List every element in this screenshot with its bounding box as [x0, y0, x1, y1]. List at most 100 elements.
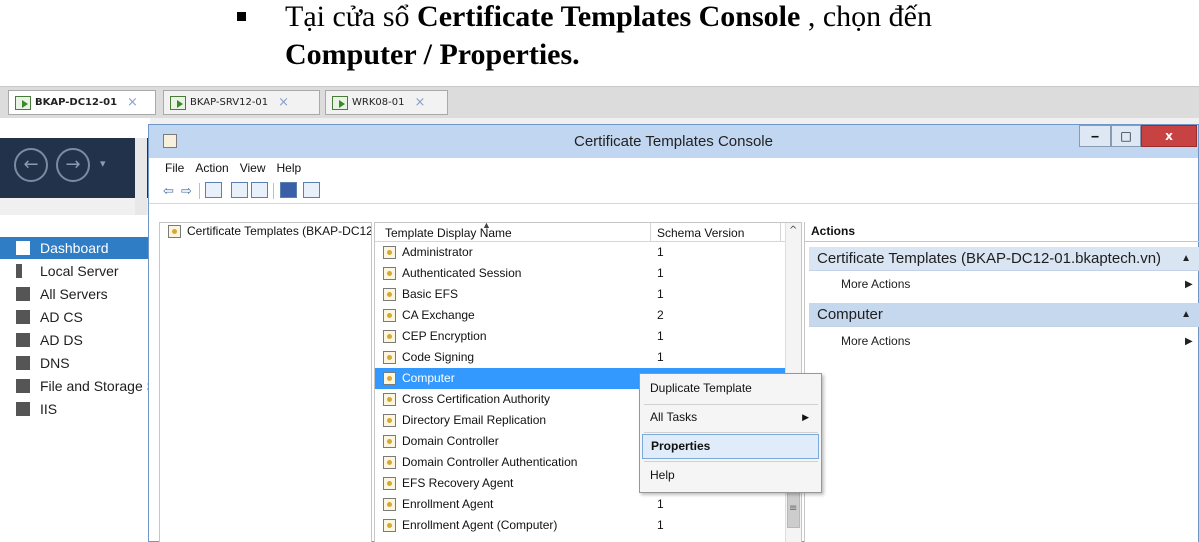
window-title: Certificate Templates Console [574, 133, 773, 150]
nav-item-iis[interactable]: IIS [16, 398, 148, 420]
nav-item-local-server[interactable]: Local Server [16, 260, 148, 282]
table-row[interactable]: Administrator 1 [375, 242, 785, 263]
nav-label: All Servers [40, 286, 108, 302]
table-row[interactable]: Basic EFS 1 [375, 284, 785, 305]
vm-icon [15, 95, 31, 110]
nav-item-dns[interactable]: DNS [16, 352, 148, 374]
close-icon[interactable]: × [127, 95, 138, 110]
menu-file[interactable]: File [165, 161, 184, 175]
certificate-template-icon [383, 308, 396, 322]
certificate-template-icon [383, 476, 396, 490]
nav-item-all-servers[interactable]: All Servers [16, 283, 148, 305]
show-hide-action-pane-icon[interactable] [303, 182, 320, 198]
template-name-label: Cross Certification Authority [402, 392, 551, 406]
export-list-icon[interactable] [251, 182, 268, 198]
caption-line-2: Computer / Properties. [285, 38, 580, 71]
server-icon [16, 264, 22, 278]
certificate-template-icon [383, 518, 396, 532]
servers-icon [16, 287, 30, 301]
vm-tab-srv12[interactable]: BKAP-SRV12-01 × [163, 90, 320, 115]
chevron-down-icon[interactable]: ▾ [100, 157, 106, 170]
maximize-button[interactable]: □ [1111, 125, 1141, 147]
vm-tab-wrk08[interactable]: WRK08-01 × [325, 90, 448, 115]
adcs-icon [16, 310, 30, 324]
close-button[interactable]: x [1141, 125, 1197, 147]
actions-section-computer[interactable]: Computer ▲ [809, 303, 1199, 327]
template-name-cell: Computer [383, 371, 455, 385]
table-row[interactable]: Enrollment Agent 1 [375, 494, 785, 515]
actions-section-title: Certificate Templates (BKAP-DC12-01.bkap… [817, 250, 1162, 267]
more-actions-link[interactable]: More Actions [841, 334, 910, 348]
title-bar[interactable]: Certificate Templates Console ‒ □ x [149, 125, 1198, 158]
nav-item-file-storage[interactable]: File and Storage Services [16, 375, 148, 397]
back-arrow-icon[interactable]: ⇦ [163, 182, 174, 200]
template-name-cell: CA Exchange [383, 308, 475, 322]
menu-item-duplicate-template[interactable]: Duplicate Template [642, 376, 819, 401]
close-icon[interactable]: × [278, 95, 289, 110]
actions-pane: Actions Certificate Templates (BKAP-DC12… [804, 222, 1199, 542]
collapse-icon[interactable]: ▲ [1181, 247, 1191, 270]
schema-version-cell: 1 [657, 266, 664, 280]
help-icon[interactable] [280, 182, 297, 198]
table-row[interactable]: Code Signing 1 [375, 347, 785, 368]
forward-arrow-icon[interactable]: ⇨ [181, 182, 192, 200]
sort-ascending-icon: ▲ [482, 220, 491, 230]
vm-tab-label: WRK08-01 [352, 97, 405, 108]
more-actions-link[interactable]: More Actions [841, 277, 910, 291]
certificate-template-icon [383, 392, 396, 406]
caption-prefix: Tại cửa sổ [285, 0, 418, 33]
certificate-icon [168, 224, 181, 238]
nav-label: Dashboard [40, 240, 109, 256]
nav-label: File and Storage Services [40, 378, 148, 394]
list-header: Template Display Name ▲ Schema Version [375, 220, 785, 242]
column-divider[interactable] [780, 223, 781, 242]
menu-item-all-tasks[interactable]: All Tasks ▶ [642, 405, 819, 430]
template-name-label: Computer [402, 371, 455, 385]
actions-header: Actions [811, 224, 856, 238]
template-name-cell: Domain Controller Authentication [383, 455, 577, 469]
column-template-name[interactable]: Template Display Name [385, 226, 512, 240]
show-hide-tree-icon[interactable] [205, 182, 222, 198]
vm-icon [332, 95, 348, 110]
vm-tab-label: BKAP-DC12-01 [35, 97, 118, 108]
menu-item-help[interactable]: Help [642, 463, 819, 488]
menu-view[interactable]: View [240, 161, 266, 175]
certificate-template-icon [383, 497, 396, 511]
back-arrow-icon[interactable]: ← [14, 148, 48, 182]
vm-tab-dc12[interactable]: BKAP-DC12-01 × [8, 90, 156, 115]
table-row[interactable]: CA Exchange 2 [375, 305, 785, 326]
menu-item-label: All Tasks [650, 410, 698, 424]
nav-item-ad-cs[interactable]: AD CS [16, 306, 148, 328]
forward-arrow-icon[interactable]: → [56, 148, 90, 182]
template-name-label: Enrollment Agent (Computer) [402, 518, 558, 532]
table-row[interactable]: Authenticated Session 1 [375, 263, 785, 284]
template-name-cell: Enrollment Agent [383, 497, 493, 511]
adds-icon [16, 333, 30, 347]
column-divider[interactable] [650, 223, 651, 242]
table-row[interactable]: CEP Encryption 1 [375, 326, 785, 347]
menu-action[interactable]: Action [195, 161, 228, 175]
nav-item-dashboard[interactable]: Dashboard [0, 237, 150, 259]
scroll-up-icon[interactable]: ^ [789, 225, 797, 236]
template-name-label: EFS Recovery Agent [402, 476, 514, 490]
dns-icon [16, 356, 30, 370]
close-icon[interactable]: × [414, 95, 425, 110]
template-name-label: Domain Controller Authentication [402, 455, 578, 469]
caption-line-1: Tại cửa sổ Certificate Templates Console… [285, 0, 932, 34]
template-name-cell: Cross Certification Authority [383, 392, 550, 406]
menu-item-properties[interactable]: Properties [642, 434, 819, 459]
column-schema-version[interactable]: Schema Version [657, 226, 744, 240]
certificate-template-icon [383, 329, 396, 343]
tree-item-certificate-templates[interactable]: Certificate Templates (BKAP-DC12-01.bkap… [168, 224, 371, 238]
schema-version-cell: 1 [657, 287, 664, 301]
server-manager-topstrip [0, 118, 150, 138]
collapse-icon[interactable]: ▲ [1181, 303, 1191, 326]
minimize-button[interactable]: ‒ [1079, 125, 1111, 147]
actions-section-certificate-templates[interactable]: Certificate Templates (BKAP-DC12-01.bkap… [809, 247, 1199, 271]
template-name-label: Enrollment Agent [402, 497, 494, 511]
properties-icon[interactable] [231, 182, 248, 198]
caption-suffix: , chọn đến [800, 0, 932, 33]
table-row[interactable]: Enrollment Agent (Computer) 1 [375, 515, 785, 536]
nav-item-ad-ds[interactable]: AD DS [16, 329, 148, 351]
menu-help[interactable]: Help [277, 161, 302, 175]
